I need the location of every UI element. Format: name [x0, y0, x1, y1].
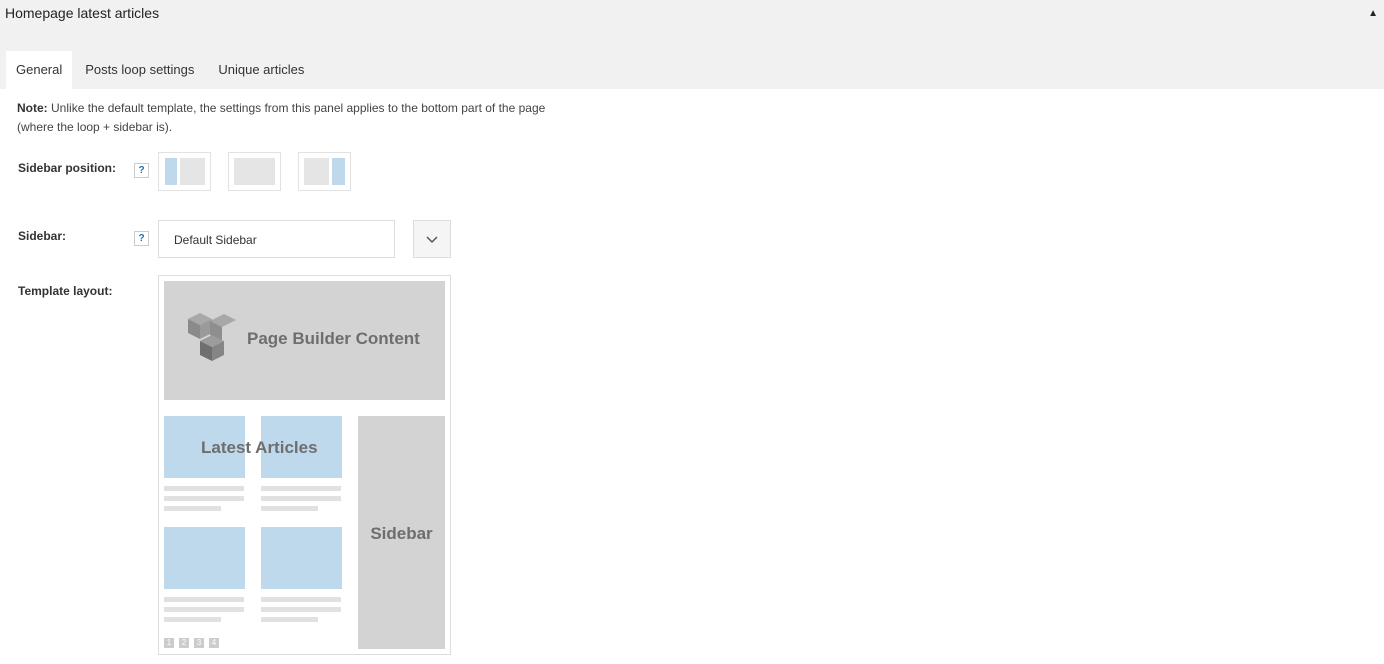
page-number: 2: [179, 638, 189, 648]
collapse-arrow-icon[interactable]: ▲: [1368, 8, 1378, 19]
article-line: [261, 486, 341, 491]
sidebar-position-label: Sidebar position:: [18, 161, 117, 175]
page-builder-block: Page Builder Content: [164, 281, 445, 400]
sidebar-block: Sidebar: [358, 416, 445, 649]
page-number: 3: [194, 638, 204, 648]
article-line: [261, 597, 341, 602]
template-layout-preview[interactable]: Page Builder Content Latest Articles Sid…: [158, 275, 451, 655]
page-number: 4: [209, 638, 219, 648]
page-builder-label: Page Builder Content: [247, 329, 420, 348]
note-label: Note:: [17, 101, 48, 115]
layout-content-block: [304, 158, 329, 185]
article-line: [164, 506, 221, 511]
panel-note: Note: Unlike the default template, the s…: [17, 99, 577, 137]
article-line: [164, 486, 244, 491]
article-line: [261, 506, 318, 511]
article-line: [164, 496, 244, 501]
article-line: [164, 597, 244, 602]
note-text: Unlike the default template, the setting…: [17, 101, 546, 134]
panel-header: Homepage latest articles ▲ General Posts…: [0, 0, 1384, 89]
sidebar-select[interactable]: Default Sidebar: [158, 220, 395, 258]
sidebar-position-none-option[interactable]: [228, 152, 281, 191]
article-line: [261, 617, 318, 622]
tab-unique-articles[interactable]: Unique articles: [207, 51, 315, 89]
tab-general[interactable]: General: [6, 51, 73, 89]
article-thumb: [261, 527, 342, 589]
tab-posts-loop-settings[interactable]: Posts loop settings: [74, 51, 205, 89]
article-line: [261, 496, 341, 501]
template-layout-label: Template layout:: [18, 284, 113, 298]
layout-full-width-icon: [234, 158, 275, 185]
sidebar-position-right-option[interactable]: [298, 152, 351, 191]
layout-content-block: [180, 158, 205, 185]
layout-right-sidebar-icon: [332, 158, 345, 185]
article-line: [164, 607, 244, 612]
page-number: 1: [164, 638, 174, 648]
sidebar-help-icon[interactable]: ?: [134, 231, 149, 246]
sidebar-select-toggle[interactable]: [413, 220, 451, 258]
article-line: [261, 607, 341, 612]
sidebar-block-label: Sidebar: [370, 524, 433, 543]
sidebar-position-help-icon[interactable]: ?: [134, 163, 149, 178]
pagination: 1 2 3 4: [164, 638, 224, 648]
article-line: [164, 617, 221, 622]
panel-title: Homepage latest articles: [5, 5, 160, 21]
sidebar-position-left-option[interactable]: [158, 152, 211, 191]
page-builder-logo-icon: [188, 313, 236, 361]
chevron-down-icon: [426, 236, 438, 244]
article-thumb: [164, 527, 245, 589]
sidebar-label: Sidebar:: [18, 229, 67, 243]
latest-articles-label: Latest Articles: [201, 438, 318, 457]
layout-left-sidebar-icon: [165, 158, 177, 185]
tab-bar: General Posts loop settings Unique artic…: [6, 51, 315, 89]
